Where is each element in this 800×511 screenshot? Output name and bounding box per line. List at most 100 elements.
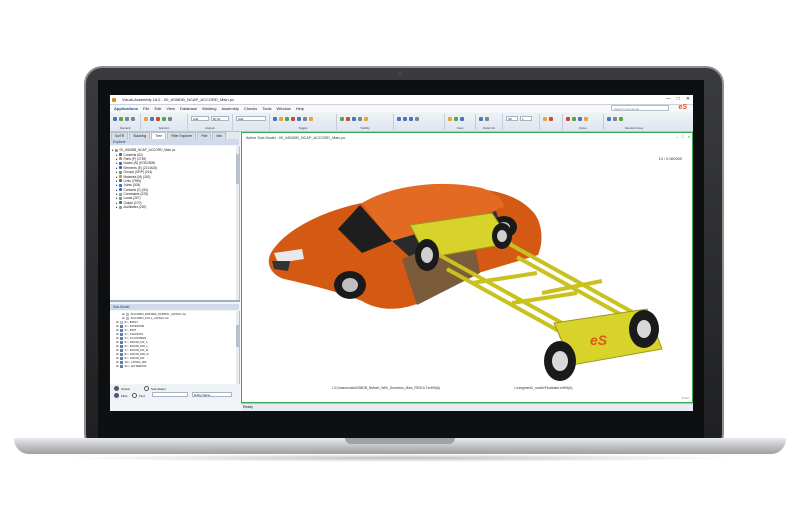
menu-database[interactable]: Database bbox=[180, 106, 197, 111]
zoom-fit-icon[interactable] bbox=[448, 117, 452, 121]
redo-icon[interactable] bbox=[131, 117, 135, 121]
expand-arrow-icon[interactable]: ▸ bbox=[116, 170, 118, 174]
toggle-light-icon[interactable] bbox=[309, 117, 313, 121]
rotate-icon[interactable] bbox=[454, 117, 458, 121]
toggle-mesh-icon[interactable] bbox=[273, 117, 277, 121]
view-iso-icon[interactable] bbox=[415, 117, 419, 121]
expand-arrow-icon[interactable]: ▸ bbox=[116, 153, 118, 157]
info-icon[interactable] bbox=[479, 117, 483, 121]
expand-arrow-icon[interactable]: ▸ bbox=[116, 183, 118, 187]
expand-arrow-icon[interactable]: ▸ bbox=[116, 161, 118, 165]
expand-arrow-icon[interactable]: ▸ bbox=[116, 157, 118, 161]
menu-window[interactable]: Window bbox=[277, 106, 291, 111]
show-all-icon[interactable] bbox=[358, 117, 362, 121]
group-edit-icon[interactable] bbox=[613, 117, 617, 121]
menu-welding[interactable]: Welding bbox=[202, 106, 216, 111]
esi-logo-icon: eS bbox=[678, 104, 687, 111]
toggle-axes-icon[interactable] bbox=[297, 117, 301, 121]
tree-node-icon bbox=[118, 183, 122, 187]
expand-arrow-icon[interactable]: ▸ bbox=[116, 205, 118, 209]
tab-filter-explorer[interactable]: Filter Explorer bbox=[167, 132, 197, 139]
submodel-scrollbar[interactable] bbox=[236, 311, 239, 384]
menu-view[interactable]: View bbox=[166, 106, 175, 111]
view-top-icon[interactable] bbox=[403, 117, 407, 121]
submodel-icon bbox=[119, 340, 123, 344]
entity-name-select[interactable]: Entity Name bbox=[192, 392, 232, 397]
minimize-button[interactable]: — bbox=[666, 96, 671, 102]
tab-tree[interactable]: Tree bbox=[151, 132, 167, 139]
maximize-button[interactable]: □ bbox=[677, 96, 680, 102]
find-radio[interactable]: Find bbox=[132, 393, 145, 398]
expand-arrow-icon[interactable]: ▸ bbox=[112, 148, 114, 152]
show-icon[interactable] bbox=[340, 117, 344, 121]
panel-splitter[interactable] bbox=[110, 300, 240, 302]
lasso-icon[interactable] bbox=[168, 117, 172, 121]
tab-info[interactable]: Info bbox=[212, 132, 227, 139]
isolate-icon[interactable] bbox=[352, 117, 356, 121]
tab-swtr[interactable]: SwTR bbox=[111, 132, 129, 139]
hide-icon[interactable] bbox=[346, 117, 350, 121]
view-side-icon[interactable] bbox=[409, 117, 413, 121]
laptop-notch bbox=[345, 438, 455, 444]
tree-item-label: Auxiliaries (220) bbox=[123, 205, 147, 210]
node-red-icon[interactable] bbox=[566, 117, 570, 121]
menu-help[interactable]: Help bbox=[296, 106, 304, 111]
close-button[interactable]: ✕ bbox=[686, 96, 690, 102]
group-add-icon[interactable] bbox=[619, 117, 623, 121]
command-search-input[interactable]: Search commands bbox=[611, 105, 669, 111]
toggle-grid-icon[interactable] bbox=[303, 117, 307, 121]
submodel-list-item[interactable]: ⊞ 11<- EXTERIOR bbox=[114, 364, 186, 368]
menu-file[interactable]: File bbox=[143, 106, 149, 111]
record-icon[interactable] bbox=[549, 117, 553, 121]
expand-arrow-icon[interactable]: ▸ bbox=[116, 192, 118, 196]
node-green-icon[interactable] bbox=[572, 117, 576, 121]
submodel-icon bbox=[119, 320, 123, 324]
expand-arrow-icon[interactable]: ▸ bbox=[116, 201, 118, 205]
undo-icon[interactable] bbox=[125, 117, 129, 121]
pick-icon[interactable] bbox=[150, 117, 154, 121]
pan-icon[interactable] bbox=[460, 117, 464, 121]
by-id-select[interactable]: By ID bbox=[211, 116, 229, 121]
global-radio[interactable]: Global bbox=[114, 386, 130, 391]
menu-tools[interactable]: Tools bbox=[262, 106, 271, 111]
submodel-radio[interactable]: Sub-Model bbox=[144, 386, 166, 391]
tab-part[interactable]: Part bbox=[197, 132, 212, 139]
save-icon[interactable] bbox=[119, 117, 123, 121]
tree-node-icon bbox=[118, 170, 122, 174]
select-icon[interactable] bbox=[144, 117, 148, 121]
deselect-icon[interactable] bbox=[156, 117, 160, 121]
node-orange-icon[interactable] bbox=[584, 117, 588, 121]
dimension-select[interactable]: 3D bbox=[506, 116, 518, 121]
expand-arrow-icon[interactable]: ▸ bbox=[116, 166, 118, 170]
tab-stacking[interactable]: Stacking bbox=[129, 132, 151, 139]
measure-icon[interactable] bbox=[485, 117, 489, 121]
expand-arrow-icon[interactable]: ▸ bbox=[116, 175, 118, 179]
invert-icon[interactable] bbox=[364, 117, 368, 121]
explorer-tree-item[interactable]: ▸ 00_ASMDB_NCAP_ACCORD_Main.pc bbox=[112, 148, 175, 152]
find-field-input[interactable] bbox=[152, 392, 188, 397]
explorer-tree-item[interactable]: ▸ Auxiliaries (220) bbox=[112, 205, 175, 209]
add-mode-select[interactable]: Add bbox=[191, 116, 209, 121]
level-select[interactable]: 1 bbox=[520, 116, 532, 121]
expand-arrow-icon[interactable]: ▸ bbox=[116, 196, 118, 200]
filter-radio[interactable]: Filter bbox=[114, 393, 128, 398]
filter-icon[interactable] bbox=[162, 117, 166, 121]
toggle-edges-icon[interactable] bbox=[285, 117, 289, 121]
view-front-icon[interactable] bbox=[397, 117, 401, 121]
add-select[interactable]: Add bbox=[236, 116, 266, 121]
group-new-icon[interactable] bbox=[607, 117, 611, 121]
menu-applications[interactable]: Applications bbox=[114, 106, 138, 111]
menu-assembly[interactable]: Assembly bbox=[222, 106, 239, 111]
menu-edit[interactable]: Edit bbox=[154, 106, 161, 111]
menu-checks[interactable]: Checks bbox=[244, 106, 257, 111]
toggle-nodes-icon[interactable] bbox=[291, 117, 295, 121]
expand-arrow-icon[interactable]: ▸ bbox=[116, 188, 118, 192]
expand-toggle-icon[interactable]: ⊞ bbox=[116, 364, 119, 368]
toggle-shade-icon[interactable] bbox=[279, 117, 283, 121]
3d-viewport[interactable]: Active Sub-Model : 00_ASMDB_NCAP_ACCORD_… bbox=[241, 132, 693, 403]
node-blue-icon[interactable] bbox=[578, 117, 582, 121]
color-icon[interactable] bbox=[543, 117, 547, 121]
explorer-scrollbar[interactable] bbox=[236, 146, 239, 300]
expand-arrow-icon[interactable]: ▸ bbox=[116, 179, 118, 183]
open-icon[interactable] bbox=[113, 117, 117, 121]
